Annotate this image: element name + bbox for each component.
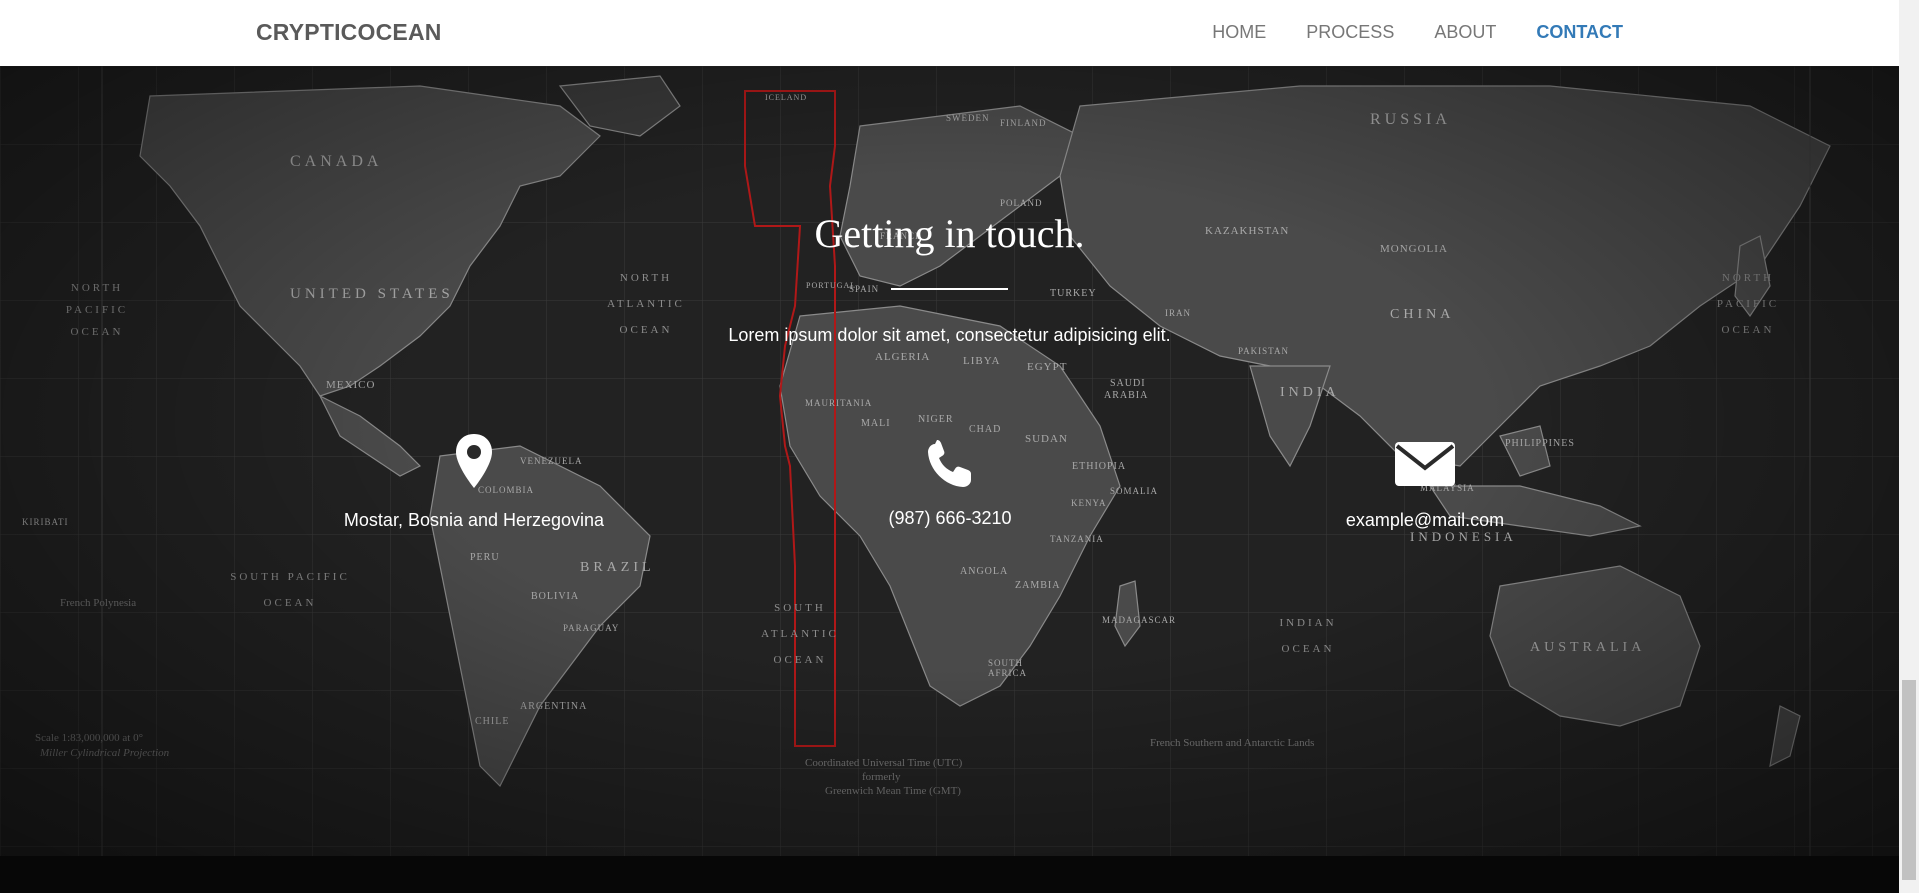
svg-text:French Polynesia: French Polynesia: [60, 597, 136, 609]
svg-text:EGYPT: EGYPT: [1027, 361, 1067, 373]
svg-text:INDONESIA: INDONESIA: [1410, 529, 1517, 544]
svg-text:BOLIVIA: BOLIVIA: [531, 591, 579, 602]
svg-text:SOUTH: SOUTH: [774, 602, 826, 614]
page: CRYPTICOCEAN HOME PROCESS ABOUT CONTACT: [0, 0, 1919, 893]
svg-text:NIGER: NIGER: [918, 414, 954, 425]
navbar: CRYPTICOCEAN HOME PROCESS ABOUT CONTACT: [0, 0, 1899, 66]
svg-text:French Southern and Antarctic: French Southern and Antarctic Lands: [1150, 737, 1314, 749]
svg-text:ALGERIA: ALGERIA: [875, 351, 930, 363]
svg-text:CHILE: CHILE: [475, 716, 509, 727]
nav-item-home[interactable]: HOME: [1212, 22, 1266, 43]
svg-text:BRAZIL: BRAZIL: [580, 560, 655, 575]
svg-text:ICELAND: ICELAND: [765, 93, 807, 102]
svg-text:UNITED STATES: UNITED STATES: [290, 286, 454, 302]
scrollbar[interactable]: [1899, 0, 1919, 893]
svg-text:ARGENTINA: ARGENTINA: [520, 701, 587, 712]
nav-item-contact[interactable]: CONTACT: [1536, 22, 1623, 43]
svg-text:SWEDEN: SWEDEN: [946, 113, 990, 123]
svg-text:ATLANTIC: ATLANTIC: [761, 628, 839, 640]
svg-text:POLAND: POLAND: [1000, 198, 1043, 208]
contact-email: example@mail.com: [1245, 432, 1605, 531]
svg-text:Greenwich Mean Time (GMT): Greenwich Mean Time (GMT): [825, 785, 961, 797]
svg-text:PACIFIC: PACIFIC: [66, 304, 128, 316]
email-text[interactable]: example@mail.com: [1245, 510, 1605, 531]
svg-text:MAURITANIA: MAURITANIA: [805, 398, 872, 408]
phone-text[interactable]: (987) 666-3210: [770, 508, 1130, 529]
svg-text:NORTH: NORTH: [620, 272, 672, 284]
svg-text:INDIA: INDIA: [1280, 385, 1340, 400]
svg-text:KIRIBATI: KIRIBATI: [22, 517, 69, 527]
svg-text:SPAIN: SPAIN: [849, 284, 879, 294]
svg-text:LIBYA: LIBYA: [963, 355, 1000, 367]
svg-text:MALI: MALI: [861, 418, 891, 429]
contact-phone: (987) 666-3210: [770, 432, 1130, 529]
svg-text:AFRICA: AFRICA: [988, 668, 1027, 678]
nav-menu: HOME PROCESS ABOUT CONTACT: [1212, 22, 1623, 43]
svg-text:RUSSIA: RUSSIA: [1370, 111, 1451, 128]
svg-text:SOUTH: SOUTH: [988, 658, 1023, 668]
svg-text:NORTH: NORTH: [1722, 272, 1774, 284]
svg-text:PERU: PERU: [470, 552, 500, 563]
svg-text:PACIFIC: PACIFIC: [1717, 298, 1779, 310]
svg-text:NORTH: NORTH: [71, 282, 123, 294]
svg-text:Miller Cylindrical Projection: Miller Cylindrical Projection: [39, 747, 170, 759]
svg-text:PAKISTAN: PAKISTAN: [1238, 346, 1289, 356]
svg-text:ZAMBIA: ZAMBIA: [1015, 580, 1060, 591]
phone-icon[interactable]: [925, 436, 975, 490]
svg-text:ATLANTIC: ATLANTIC: [607, 298, 685, 310]
envelope-icon[interactable]: [1393, 432, 1457, 492]
svg-text:OCEAN: OCEAN: [1282, 643, 1335, 655]
svg-text:CHINA: CHINA: [1390, 307, 1454, 322]
contact-address: Mostar, Bosnia and Herzegovina: [294, 432, 654, 531]
svg-text:PARAGUAY: PARAGUAY: [563, 623, 619, 633]
svg-text:Coordinated Universal Time (UT: Coordinated Universal Time (UTC): [805, 757, 963, 769]
svg-text:MADAGASCAR: MADAGASCAR: [1102, 615, 1176, 625]
svg-text:AUSTRALIA: AUSTRALIA: [1530, 640, 1645, 655]
address-text: Mostar, Bosnia and Herzegovina: [343, 510, 605, 530]
heading-divider: [891, 288, 1008, 290]
svg-text:ANGOLA: ANGOLA: [960, 566, 1008, 577]
svg-text:TURKEY: TURKEY: [1050, 288, 1097, 299]
svg-text:FINLAND: FINLAND: [1000, 118, 1047, 128]
svg-text:CANADA: CANADA: [290, 153, 382, 170]
svg-text:OCEAN: OCEAN: [264, 597, 317, 609]
footer-bar: [0, 856, 1899, 893]
contact-heading: Getting in touch.: [814, 211, 1085, 256]
map-marker-icon: [456, 434, 492, 488]
svg-text:Scale 1:83,000,000 at 0°: Scale 1:83,000,000 at 0°: [35, 732, 143, 744]
scrollbar-thumb[interactable]: [1902, 680, 1916, 880]
nav-item-about[interactable]: ABOUT: [1434, 22, 1496, 43]
contact-subtitle: Lorem ipsum dolor sit amet, consectetur …: [728, 325, 1171, 345]
svg-text:SAUDI: SAUDI: [1110, 378, 1146, 389]
svg-text:INDIAN: INDIAN: [1279, 617, 1336, 629]
svg-text:MEXICO: MEXICO: [326, 379, 375, 391]
brand-logo[interactable]: CRYPTICOCEAN: [256, 19, 442, 46]
svg-text:IRAN: IRAN: [1165, 308, 1191, 318]
svg-text:formerly: formerly: [862, 771, 901, 783]
svg-text:SOUTH PACIFIC: SOUTH PACIFIC: [230, 571, 350, 583]
svg-text:ARABIA: ARABIA: [1104, 390, 1148, 401]
svg-text:TANZANIA: TANZANIA: [1050, 534, 1104, 544]
svg-text:OCEAN: OCEAN: [774, 654, 827, 666]
nav-item-process[interactable]: PROCESS: [1306, 22, 1394, 43]
